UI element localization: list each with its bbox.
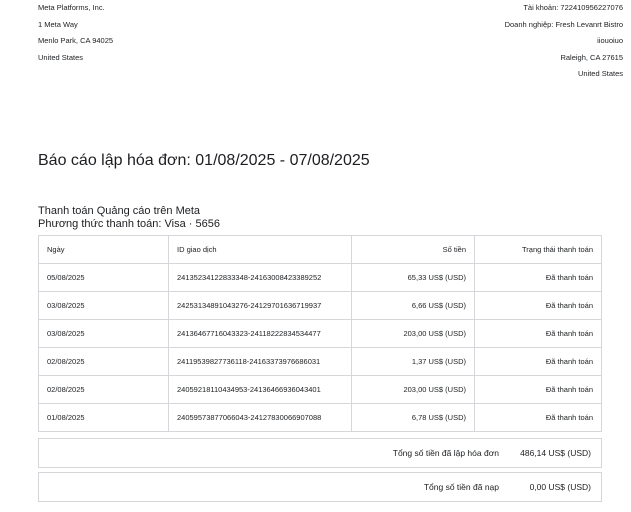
row-status: Đã thanh toán [474, 319, 602, 348]
row-amount: 65,33 US$ (USD) [351, 263, 475, 292]
row-amount: 203,00 US$ (USD) [351, 319, 475, 348]
total-billed-row: Tổng số tiền đã lập hóa đơn 486,14 US$ (… [38, 438, 602, 468]
seller-country: United States [38, 52, 84, 62]
row-status: Đã thanh toán [474, 375, 602, 404]
total-paid-value: 0,00 US$ (USD) [529, 482, 591, 492]
row-date: 05/08/2025 [38, 263, 169, 292]
table-header-row: Ngày ID giao dịch Số tiền Trạng thái tha… [38, 235, 602, 264]
row-transaction-id: 24059573877066043-24127830066907088 [168, 403, 352, 432]
seller-city: Menlo Park, CA 94025 [38, 36, 114, 45]
transactions-table: Ngày ID giao dịch Số tiền Trạng thái tha… [38, 235, 602, 432]
header-date: Ngày [38, 235, 169, 264]
total-billed-label: Tổng số tiền đã lập hóa đơn [392, 448, 499, 458]
table-row: 01/08/2025 24059573877066043-24127830066… [38, 403, 602, 432]
row-amount: 6,66 US$ (USD) [351, 291, 475, 320]
row-status: Đã thanh toán [474, 403, 602, 432]
row-transaction-id: 24253134891043276-24129701636719937 [168, 291, 352, 320]
row-amount: 203,00 US$ (USD) [351, 375, 475, 404]
business-name: Doanh nghiệp: Fresh Levanrt Bistro [504, 19, 623, 29]
header-transaction-id: ID giao dịch [168, 235, 352, 264]
row-date: 01/08/2025 [38, 403, 169, 432]
row-date: 02/08/2025 [38, 375, 169, 404]
seller-address: Meta Platforms, Inc. 1 Meta Way Menlo Pa… [38, 0, 113, 66]
row-transaction-id: 24135234122833348-24163008423389252 [168, 263, 352, 292]
header-status: Trạng thái thanh toán [474, 235, 602, 264]
table-row: 03/08/2025 24253134891043276-24129701636… [38, 291, 602, 320]
table-row: 05/08/2025 24135234122833348-24163008423… [38, 263, 602, 292]
row-amount: 1,37 US$ (USD) [351, 347, 475, 376]
report-title: Báo cáo lập hóa đơn: 01/08/2025 - 07/08/… [38, 152, 370, 169]
account-id: Tài khoản: 722410956227076 [523, 3, 623, 12]
table-row: 02/08/2025 24119539827736118-24163373976… [38, 347, 602, 376]
row-date: 03/08/2025 [38, 319, 169, 348]
row-transaction-id: 24059218110434953-24136466936043401 [168, 375, 352, 404]
buyer-address: Tài khoản: 722410956227076 Doanh nghiệp:… [505, 0, 623, 83]
header-amount: Số tiền [351, 235, 475, 264]
row-transaction-id: 24136467716043323-24118222834534477 [168, 319, 352, 348]
section-header: Thanh toán Quảng cáo trên Meta Phương th… [38, 205, 220, 231]
seller-street: 1 Meta Way [38, 19, 78, 29]
row-date: 02/08/2025 [38, 347, 169, 376]
totals-section: Tổng số tiền đã lập hóa đơn 486,14 US$ (… [38, 438, 602, 502]
total-paid-row: Tổng số tiền đã nạp 0,00 US$ (USD) [38, 472, 602, 502]
table-row: 03/08/2025 24136467716043323-24118222834… [38, 319, 602, 348]
row-transaction-id: 24119539827736118-24163373976686031 [168, 347, 352, 376]
section-heading: Thanh toán Quảng cáo trên Meta [38, 205, 201, 217]
row-status: Đã thanh toán [474, 347, 602, 376]
buyer-street: iiouoiuo [597, 36, 623, 45]
total-billed-value: 486,14 US$ (USD) [520, 448, 591, 458]
buyer-country: United States [577, 69, 623, 78]
row-date: 03/08/2025 [38, 291, 169, 320]
total-paid-label: Tổng số tiền đã nạp [423, 482, 499, 492]
seller-name: Meta Platforms, Inc. [38, 3, 105, 12]
row-status: Đã thanh toán [474, 291, 602, 320]
row-amount: 6,78 US$ (USD) [351, 403, 475, 432]
payment-method: Phương thức thanh toán: Visa · 5656 [38, 218, 220, 230]
row-status: Đã thanh toán [474, 263, 602, 292]
table-row: 02/08/2025 24059218110434953-24136466936… [38, 375, 602, 404]
buyer-city: Raleigh, CA 27615 [560, 52, 623, 62]
